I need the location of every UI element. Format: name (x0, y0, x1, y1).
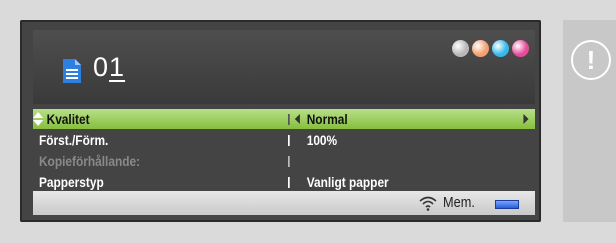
copy-count-prefix: 0 (93, 52, 110, 82)
alert-icon: ! (571, 40, 611, 80)
ink-level-indicators (452, 40, 529, 57)
ink-dot-cyan (492, 40, 509, 57)
ink-dot-black (452, 40, 469, 57)
memory-label: Mem. (443, 194, 475, 211)
arrow-left-icon[interactable] (294, 114, 300, 124)
up-down-arrows-icon (33, 112, 44, 126)
lcd-screen: 01 Kvalitet Normal Först./Förm. 100% Kop… (20, 20, 541, 222)
wifi-icon (419, 196, 437, 211)
setting-label: Först./Förm. (38, 132, 109, 148)
header-area: 01 (33, 30, 535, 104)
setting-row-paper-type[interactable]: Papperstyp Vanligt papper (33, 172, 460, 192)
alert-panel: ! (563, 20, 616, 222)
setting-value: Vanligt papper (306, 174, 389, 190)
arrow-right-icon[interactable] (523, 114, 529, 124)
setting-row-enlarge-reduce[interactable]: Först./Förm. 100% (33, 130, 460, 150)
setting-value: 100% (306, 132, 338, 148)
status-bar: Mem. (33, 191, 535, 215)
separator (288, 156, 290, 167)
document-icon (63, 59, 81, 83)
copy-count[interactable]: 01 (93, 52, 125, 83)
copy-count-value: 1 (109, 52, 126, 82)
setting-label: Kopieförhållande: (38, 153, 141, 169)
setting-label: Kvalitet (46, 111, 90, 127)
separator (288, 135, 290, 146)
setting-value: Normal (306, 111, 348, 127)
setting-row-quality[interactable]: Kvalitet Normal (33, 109, 535, 129)
ink-dot-yellow (472, 40, 489, 57)
separator (288, 114, 290, 125)
memory-bar (495, 200, 519, 209)
separator (288, 177, 290, 188)
ink-dot-magenta (512, 40, 529, 57)
setting-row-copy-ratio: Kopieförhållande: (33, 151, 460, 171)
setting-label: Papperstyp (38, 174, 104, 190)
